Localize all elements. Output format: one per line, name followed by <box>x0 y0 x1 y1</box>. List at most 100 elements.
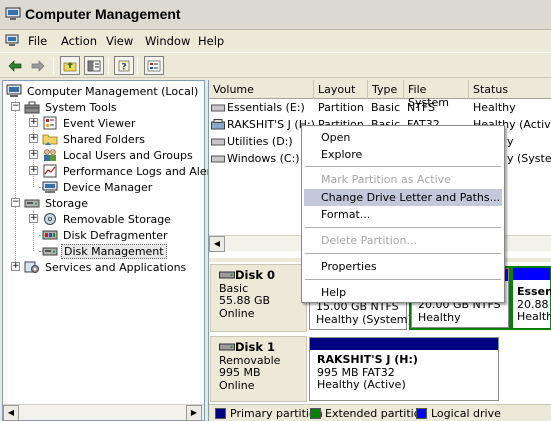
forward-arrow-icon <box>31 59 45 72</box>
tree-item-event-viewer[interactable]: Event Viewer <box>42 115 137 131</box>
primary-partition-swatch <box>215 408 226 419</box>
tree-item-computer-management[interactable]: Computer Management (Local) <box>6 83 200 99</box>
tree-item-system-tools[interactable]: System Tools <box>24 99 119 115</box>
menu-action[interactable]: Action <box>61 34 97 48</box>
removable-storage-icon <box>44 213 56 225</box>
expand-services-toggle[interactable]: + <box>11 262 20 271</box>
volume-icon <box>211 104 225 112</box>
volume-icon <box>211 138 225 146</box>
volume-name: Utilities (D:) <box>227 135 293 148</box>
tree-item-device-manager[interactable]: Device Manager <box>42 179 154 195</box>
partition-rakshits-j[interactable]: RAKSHIT'S J (H:) 995 MB FAT32 Healthy (A… <box>309 337 499 401</box>
tree-item-disk-management[interactable]: Disk Management <box>42 243 167 259</box>
svg-text:?: ? <box>121 62 126 72</box>
disk-icon <box>219 271 235 279</box>
event-viewer-icon <box>43 116 57 130</box>
volume-file-system: NTFS <box>407 101 436 114</box>
disk-defragmenter-icon <box>42 230 58 240</box>
partition-status: Healthy <box>517 310 551 323</box>
properties-button[interactable] <box>144 56 164 75</box>
menu-window[interactable]: Window <box>145 34 190 48</box>
disk-name: Disk 0 <box>235 268 275 282</box>
menu-item-open[interactable]: Open <box>304 129 502 146</box>
logical-drive-swatch <box>416 408 427 419</box>
column-header-type[interactable]: Type <box>368 80 404 99</box>
disk-management-icon <box>42 247 58 256</box>
menu-separator <box>305 253 501 254</box>
menu-item-mark-partition-active[interactable]: Mark Partition as Active <box>304 171 502 188</box>
back-arrow-icon <box>8 59 22 72</box>
window-control-icon[interactable] <box>5 34 19 47</box>
tree-item-storage[interactable]: Storage <box>24 195 90 211</box>
menu-help[interactable]: Help <box>198 34 224 48</box>
collapse-system-tools-toggle[interactable]: − <box>11 102 20 111</box>
tree-item-shared-folders[interactable]: Shared Folders <box>42 131 147 147</box>
column-header-file-system[interactable]: File System <box>404 80 469 109</box>
computer-management-icon <box>5 7 21 20</box>
disk-icon <box>219 343 235 351</box>
partition-essentials[interactable]: Essent 20.88 G Healthy <box>511 266 551 330</box>
menu-item-format[interactable]: Format... <box>304 206 502 223</box>
help-button[interactable]: ? <box>114 56 134 75</box>
removable-volume-icon <box>211 119 225 130</box>
expand-local-users-toggle[interactable]: + <box>29 150 38 159</box>
tree-item-disk-defragmenter[interactable]: Disk Defragmenter <box>42 227 170 243</box>
expand-removable-storage-toggle[interactable]: + <box>29 214 38 223</box>
volume-list-header: Volume Layout Type File System Status <box>209 80 551 109</box>
tools-icon <box>24 101 40 114</box>
back-button[interactable] <box>5 56 25 75</box>
tree-item-label: Computer Management (Local) <box>27 84 199 98</box>
volume-type: Basic <box>371 101 401 114</box>
performance-logs-icon <box>43 164 57 178</box>
tree-item-services-and-applications[interactable]: Services and Applications <box>24 259 188 275</box>
tree-item-label: Event Viewer <box>63 116 136 130</box>
scroll-left-arrow[interactable]: ◀ <box>209 236 225 252</box>
forward-button[interactable] <box>28 56 48 75</box>
toolbar-separator <box>108 57 109 74</box>
menu-file[interactable]: File <box>28 34 47 48</box>
expand-event-viewer-toggle[interactable]: + <box>29 118 38 127</box>
storage-icon <box>24 199 40 208</box>
menu-view[interactable]: View <box>106 34 133 48</box>
console-tree[interactable]: Computer Management (Local) − System Too… <box>2 80 221 421</box>
tree-line <box>15 99 16 266</box>
window-title: Computer Management <box>25 6 181 22</box>
volume-layout: Partition <box>318 101 364 114</box>
menu-separator <box>305 166 501 167</box>
volume-row[interactable]: Essentials (E:) Partition Basic NTFS Hea… <box>209 100 551 117</box>
disk-state: Online <box>219 306 255 320</box>
show-hide-tree-icon <box>87 60 101 71</box>
column-header-status[interactable]: Status <box>469 80 551 99</box>
tree-item-performance-logs-and-alerts[interactable]: Performance Logs and Alerts <box>42 163 223 179</box>
column-header-volume[interactable]: Volume <box>209 80 314 99</box>
scroll-left-arrow[interactable]: ◀ <box>3 405 19 421</box>
toolbar-separator <box>137 57 138 74</box>
column-header-layout[interactable]: Layout <box>314 80 368 99</box>
tree-item-label: Disk Management <box>61 243 167 259</box>
tree-item-label: Shared Folders <box>63 132 145 146</box>
disk-1-label[interactable]: Disk 1 Removable 995 MB Online <box>210 336 307 402</box>
expand-performance-logs-toggle[interactable]: + <box>29 166 38 175</box>
menu-item-properties[interactable]: Properties <box>304 258 502 275</box>
tree-horizontal-scrollbar[interactable]: ◀ ▶ <box>3 404 204 421</box>
disk-size: 55.88 GB <box>219 294 271 307</box>
up-one-level-button[interactable] <box>60 56 80 75</box>
show-hide-tree-button[interactable] <box>84 56 104 75</box>
menu-item-change-drive-letter[interactable]: Change Drive Letter and Paths... <box>304 189 502 206</box>
context-menu: Open Explore Mark Partition as Active Ch… <box>301 125 505 303</box>
disk-0-label[interactable]: Disk 0 Basic 55.88 GB Online <box>210 264 307 332</box>
partition-status: Healthy <box>418 310 461 324</box>
menu-item-delete-partition[interactable]: Delete Partition... <box>304 232 502 249</box>
collapse-storage-toggle[interactable]: − <box>11 198 20 207</box>
extended-partition-swatch <box>310 408 321 419</box>
tree-item-local-users-and-groups[interactable]: Local Users and Groups <box>42 147 195 163</box>
menu-item-explore[interactable]: Explore <box>304 146 502 163</box>
partition-title: RAKSHIT'S J (H:) <box>317 353 418 366</box>
volume-status: y <box>507 135 514 148</box>
menu-item-help[interactable]: Help <box>304 284 502 301</box>
tree-item-removable-storage[interactable]: Removable Storage <box>42 211 173 227</box>
expand-shared-folders-toggle[interactable]: + <box>29 134 38 143</box>
tree-item-label: Performance Logs and Alerts <box>63 164 222 178</box>
menu-separator <box>305 227 501 228</box>
scroll-right-arrow[interactable]: ▶ <box>186 405 202 421</box>
